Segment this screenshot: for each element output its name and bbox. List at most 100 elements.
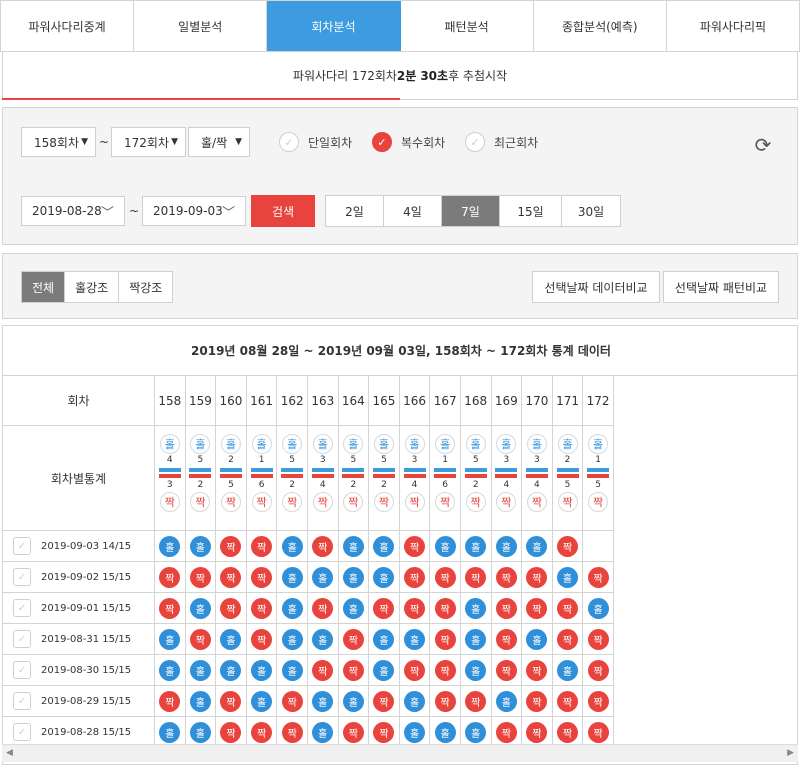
result-cell: 짝 <box>369 686 400 717</box>
countdown-progress-bar <box>2 98 400 100</box>
mode-select[interactable]: 홀/짝 ▼ <box>188 127 250 157</box>
even-ball: 짝 <box>281 690 303 712</box>
result-cell: 홀 <box>460 593 492 624</box>
even-bar <box>372 474 395 478</box>
result-cell: 짝 <box>216 593 247 624</box>
option-multi-round[interactable]: ✓ 복수회차 <box>372 132 445 152</box>
from-round-select[interactable]: 158회차 ▼ <box>21 127 96 157</box>
view-mode-tab[interactable]: 홀강조 <box>65 272 120 302</box>
even-ball: 짝 <box>220 597 242 619</box>
result-cell: 짝 <box>460 562 492 593</box>
view-mode-tab[interactable]: 전체 <box>22 272 66 302</box>
even-badge: 짝 <box>343 492 364 512</box>
nav-tab-4[interactable]: 종합분석(예측) <box>534 1 667 51</box>
result-cell: 홀 <box>307 686 339 717</box>
odd-ball: 홀 <box>557 566 579 588</box>
nav-tab-5[interactable]: 파워사다리픽 <box>667 1 799 51</box>
even-ball: 짝 <box>495 566 517 588</box>
even-ball: 짝 <box>373 721 395 743</box>
result-cell: 짝 <box>216 562 247 593</box>
result-cell: 짝 <box>246 593 278 624</box>
search-button[interactable]: 검색 <box>251 195 315 227</box>
even-count: 4 <box>319 480 326 490</box>
result-cell: 홀 <box>307 624 339 655</box>
nav-tab-1[interactable]: 일별분석 <box>134 1 268 51</box>
even-bar <box>281 474 304 478</box>
day-row: ✓ 2019-08-30 15/15 홀 홀 홀 홀 홀 짝 짝 홀 짝 짝 홀 짝 짝 홀 짝 <box>3 655 614 686</box>
view-mode-tab[interactable]: 짝강조 <box>119 272 172 302</box>
even-ball: 짝 <box>557 628 579 650</box>
round-stat-cell: 홀3 4 짝 <box>399 426 431 531</box>
day-range-button[interactable]: 2일 <box>326 196 384 226</box>
even-ball: 짝 <box>495 659 517 681</box>
scroll-right-icon[interactable]: ▶ <box>787 748 794 758</box>
date-to-field[interactable]: 2019-09-03 ﹀ <box>142 196 246 226</box>
odd-badge: 홀 <box>588 434 609 454</box>
odd-count: 2 <box>564 455 571 465</box>
result-cell: 홀 <box>277 624 308 655</box>
compare-data-button[interactable]: 선택날짜 데이터비교 <box>532 271 660 303</box>
result-cell: 홀 <box>216 624 247 655</box>
odd-bar <box>250 468 273 472</box>
day-select-checkbox[interactable]: ✓ <box>13 537 31 555</box>
odd-ball: 홀 <box>465 721 487 743</box>
even-ball: 짝 <box>526 721 548 743</box>
to-round-select[interactable]: 172회차 ▼ <box>111 127 186 157</box>
odd-bar <box>556 468 579 472</box>
even-badge: 짝 <box>496 492 517 512</box>
even-ball: 짝 <box>312 535 334 557</box>
day-row: ✓ 2019-09-02 15/15 짝 짝 짝 짝 홀 홀 홀 홀 짝 짝 짝 짝 짝 홀 짝 <box>3 562 614 593</box>
odd-ball: 홀 <box>159 535 181 557</box>
filter-panel: 158회차 ▼ ~ 172회차 ▼ 홀/짝 ▼ ✓ 단일회차 ✓ 복수회차 ✓ … <box>2 107 798 245</box>
day-label-text: 2019-09-03 14/15 <box>41 540 132 552</box>
scroll-left-icon[interactable]: ◀ <box>6 748 13 758</box>
day-select-checkbox[interactable]: ✓ <box>13 599 31 617</box>
even-ball: 짝 <box>465 690 487 712</box>
option-single-round[interactable]: ✓ 단일회차 <box>279 132 352 152</box>
caret-down-icon: ▼ <box>81 137 88 147</box>
odd-badge: 홀 <box>282 434 303 454</box>
day-row-label: ✓ 2019-08-29 15/15 <box>3 686 155 717</box>
nav-tab-0[interactable]: 파워사다리중계 <box>1 1 135 51</box>
day-range-button[interactable]: 7일 <box>442 196 500 226</box>
odd-ball: 홀 <box>342 566 364 588</box>
odd-ball: 홀 <box>557 659 579 681</box>
date-from-field[interactable]: 2019-08-28 ﹀ <box>21 196 125 226</box>
even-ball: 짝 <box>434 597 456 619</box>
even-badge: 짝 <box>282 492 303 512</box>
day-range-button[interactable]: 15일 <box>500 196 562 226</box>
result-cell: 홀 <box>460 531 492 562</box>
horizontal-scrollbar[interactable]: ◀ ▶ <box>2 744 798 762</box>
day-select-checkbox[interactable]: ✓ <box>13 630 31 648</box>
odd-ball: 홀 <box>189 659 211 681</box>
result-cell: 짝 <box>155 562 186 593</box>
day-select-checkbox[interactable]: ✓ <box>13 723 31 741</box>
day-range-button[interactable]: 4일 <box>384 196 442 226</box>
notice-seconds: 30초 <box>420 69 449 83</box>
even-ball: 짝 <box>251 597 273 619</box>
odd-ball: 홀 <box>312 628 334 650</box>
even-count: 2 <box>350 480 357 490</box>
day-select-checkbox[interactable]: ✓ <box>13 661 31 679</box>
nav-tab-3[interactable]: 패턴분석 <box>401 1 534 51</box>
nav-tab-2[interactable]: 회차분석 <box>267 1 401 51</box>
result-cell: 홀 <box>155 531 186 562</box>
odd-ball: 홀 <box>281 597 303 619</box>
even-bar <box>434 474 457 478</box>
odd-ball: 홀 <box>251 690 273 712</box>
round-header-row: 회차 158 159 160 161 162 163 164 165 166 167 168 169 17… <box>3 376 614 426</box>
day-range-button[interactable]: 30일 <box>562 196 620 226</box>
even-ball: 짝 <box>465 566 487 588</box>
refresh-icon[interactable]: ⟳ <box>751 133 775 157</box>
option-recent-round[interactable]: ✓ 최근회차 <box>465 132 538 152</box>
day-row-label: ✓ 2019-09-02 15/15 <box>3 562 155 593</box>
check-icon: ✓ <box>372 132 392 152</box>
even-ball: 짝 <box>557 535 579 557</box>
compare-pattern-button[interactable]: 선택날짜 패턴비교 <box>663 271 779 303</box>
day-select-checkbox[interactable]: ✓ <box>13 568 31 586</box>
round-stat-cell: 홀4 3 짝 <box>155 426 186 531</box>
day-select-checkbox[interactable]: ✓ <box>13 692 31 710</box>
round-stat-cell: 홀5 2 짝 <box>338 426 370 531</box>
odd-ball: 홀 <box>312 690 334 712</box>
odd-ball: 홀 <box>465 628 487 650</box>
